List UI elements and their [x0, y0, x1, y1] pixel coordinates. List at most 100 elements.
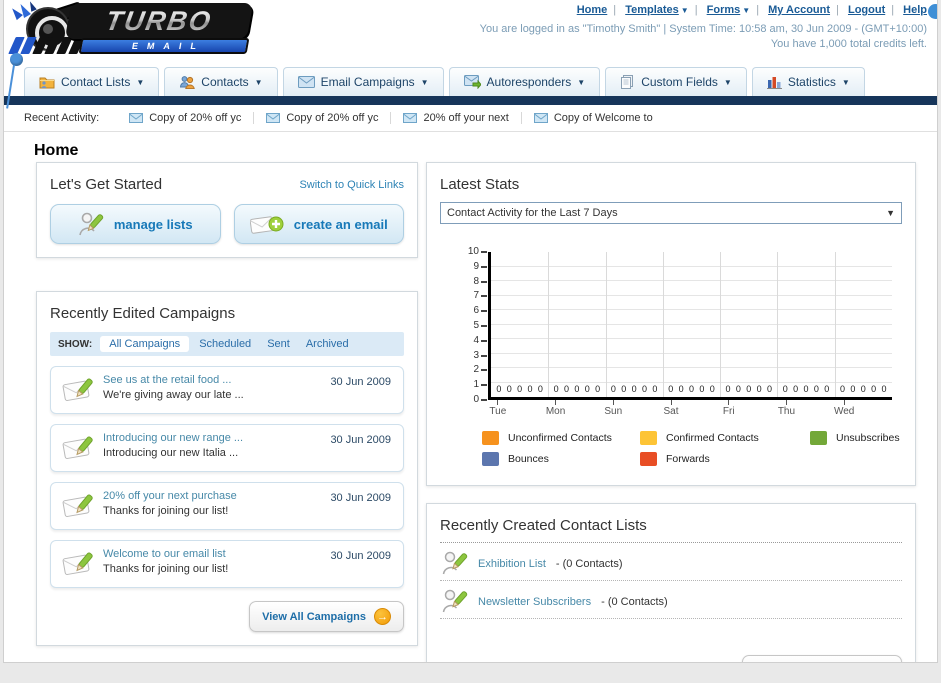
- legend-item: Unconfirmed Contacts: [482, 431, 640, 445]
- envelope-icon: [533, 113, 548, 123]
- envelope-arrow-icon: [463, 75, 481, 89]
- legend-item: Forwards: [640, 452, 810, 466]
- envelope-icon: [403, 113, 418, 123]
- filter-archived[interactable]: Archived: [306, 338, 349, 350]
- legend-item: Confirmed Contacts: [640, 431, 810, 445]
- recent-activity-label: Recent Activity:: [24, 112, 100, 124]
- contact-list-count: - (0 Contacts): [601, 595, 668, 608]
- arrow-right-icon: →: [374, 608, 391, 625]
- chart-legend: Unconfirmed Contacts Confirmed Contacts Un…: [482, 431, 902, 466]
- campaign-row[interactable]: Welcome to our email list Thanks for joi…: [50, 540, 404, 588]
- chevron-down-icon: ▼: [420, 77, 429, 87]
- nav-my-account-link[interactable]: My Account: [768, 4, 830, 16]
- contact-list-row[interactable]: Exhibition List - (0 Contacts): [440, 543, 902, 581]
- get-started-panel: Let's Get Started Switch to Quick Links …: [36, 162, 418, 258]
- nav-logout-link[interactable]: Logout: [848, 4, 885, 16]
- campaign-date: 30 Jun 2009: [330, 492, 391, 504]
- chevron-down-icon: ▼: [577, 77, 586, 87]
- person-pencil-icon: [442, 551, 468, 575]
- tab-contacts[interactable]: Contacts ▼: [164, 67, 278, 96]
- chart-y-axis: 0 1 2 3 4 5 6 7 8 9 10: [462, 246, 488, 405]
- legend-item: Bounces: [482, 452, 640, 466]
- envelope-pencil-icon: [62, 436, 93, 459]
- envelope-pencil-icon: [62, 378, 93, 401]
- campaign-date: 30 Jun 2009: [330, 376, 391, 388]
- show-label: SHOW:: [58, 338, 93, 350]
- chevron-down-icon: ▼: [886, 208, 895, 218]
- nav-help-link[interactable]: Help: [903, 4, 927, 16]
- campaign-date: 30 Jun 2009: [330, 434, 391, 446]
- logo-title: TURBO: [64, 3, 254, 39]
- top-nav: Home | Templates ▼ | Forms ▼ | My Account | Lo…: [576, 4, 927, 16]
- help-bubble-icon[interactable]: [928, 4, 937, 19]
- nav-templates-link[interactable]: Templates: [625, 4, 679, 16]
- chevron-down-icon: ▼: [136, 77, 145, 87]
- nav-home-link[interactable]: Home: [577, 4, 608, 16]
- contact-lists-title: Recently Created Contact Lists: [440, 517, 647, 534]
- legend-item: Unsubscribes: [810, 431, 937, 445]
- chart-plot-area: 00000000000000000000000000000000000: [488, 252, 892, 400]
- campaign-subject: Thanks for joining our list!: [103, 505, 229, 517]
- tab-contact-lists[interactable]: Contact Lists ▼: [24, 67, 160, 96]
- switch-quick-links-link[interactable]: Switch to Quick Links: [299, 179, 404, 191]
- pages-icon: [621, 75, 634, 89]
- campaign-row[interactable]: See us at the retail food ... We're givi…: [50, 366, 404, 414]
- users-icon: [180, 76, 196, 89]
- get-started-title: Let's Get Started: [50, 176, 163, 193]
- manage-lists-button[interactable]: manage lists: [50, 204, 221, 244]
- envelope-pencil-icon: [62, 552, 93, 575]
- bar-chart-icon: [766, 77, 782, 89]
- tab-autoresponders[interactable]: Autoresponders ▼: [448, 67, 601, 96]
- contact-list-row[interactable]: Newsletter Subscribers - (0 Contacts): [440, 581, 902, 619]
- envelope-pencil-icon: [62, 494, 93, 517]
- logo-subtitle: EMAIL: [78, 38, 250, 54]
- app-window: TURBO EMAIL Home | Templates ▼ | Forms ▼ | My…: [3, 0, 938, 663]
- chevron-down-icon: ▼: [680, 6, 689, 15]
- login-line: You are logged in as "Timothy Smith" | S…: [479, 23, 927, 35]
- recent-activity-bar: Recent Activity: Copy of 20% off yc Copy…: [4, 105, 937, 132]
- recent-campaigns-panel: Recently Edited Campaigns SHOW: All Camp…: [36, 291, 418, 646]
- person-pencil-icon: [79, 212, 104, 236]
- envelope-icon: [297, 76, 315, 88]
- envelope-icon: [266, 113, 281, 123]
- chevron-down-icon: ▼: [723, 77, 732, 87]
- credits-line: You have 1,000 total credits left.: [770, 38, 927, 50]
- envelope-icon: [129, 113, 144, 123]
- recent-activity-item[interactable]: Copy of 20% off yc: [254, 112, 392, 124]
- view-all-campaigns-button[interactable]: View All Campaigns →: [249, 601, 404, 632]
- contact-list-link[interactable]: Exhibition List: [478, 558, 546, 570]
- contact-list-link[interactable]: Newsletter Subscribers: [478, 596, 591, 608]
- campaign-subject: We're giving away our late ...: [103, 389, 244, 401]
- header: TURBO EMAIL Home | Templates ▼ | Forms ▼ | My…: [4, 0, 937, 109]
- contact-list-count: - (0 Contacts): [555, 557, 623, 570]
- filter-all-campaigns[interactable]: All Campaigns: [100, 336, 190, 352]
- login-info: You are logged in as "Timothy Smith" | S…: [480, 22, 927, 52]
- see-all-contact-lists-button[interactable]: See All Contact Lists →: [741, 655, 902, 663]
- latest-stats-title: Latest Stats: [440, 176, 520, 193]
- campaign-subject: Introducing our new Italia ...: [103, 447, 239, 459]
- tab-custom-fields[interactable]: Custom Fields ▼: [605, 67, 747, 96]
- turbo-email-logo: TURBO EMAIL: [8, 0, 255, 59]
- stats-period-select[interactable]: Contact Activity for the Last 7 Days ▼: [440, 202, 902, 224]
- person-pencil-icon: [442, 589, 468, 613]
- tab-email-campaigns[interactable]: Email Campaigns ▼: [282, 67, 444, 96]
- tab-statistics[interactable]: Statistics ▼: [751, 67, 865, 96]
- campaign-subject: Thanks for joining our list!: [103, 563, 229, 575]
- latest-stats-panel: Latest Stats Contact Activity for the La…: [426, 162, 916, 486]
- chevron-down-icon: ▼: [841, 77, 850, 87]
- create-email-button[interactable]: create an email: [233, 204, 404, 244]
- chart-x-axis: Tue Mon Sun Sat Fri Thu Wed: [469, 400, 873, 417]
- recent-activity-item[interactable]: Copy of 20% off yc: [117, 112, 255, 124]
- recent-activity-item[interactable]: 20% off your next: [391, 112, 522, 124]
- navy-divider-bar: [4, 96, 937, 105]
- chevron-down-icon: ▼: [742, 6, 751, 15]
- campaign-filter-bar: SHOW: All Campaigns Scheduled Sent Archi…: [50, 332, 404, 356]
- nav-forms-link[interactable]: Forms: [707, 4, 741, 16]
- filter-sent[interactable]: Sent: [267, 338, 290, 350]
- campaign-row[interactable]: 20% off your next purchase Thanks for jo…: [50, 482, 404, 530]
- arrow-right-icon: →: [872, 662, 889, 663]
- recent-activity-item[interactable]: Copy of Welcome to: [522, 112, 665, 124]
- filter-scheduled[interactable]: Scheduled: [199, 338, 251, 350]
- campaign-row[interactable]: Introducing our new range ... Introducin…: [50, 424, 404, 472]
- blue-pin-icon: [10, 53, 23, 66]
